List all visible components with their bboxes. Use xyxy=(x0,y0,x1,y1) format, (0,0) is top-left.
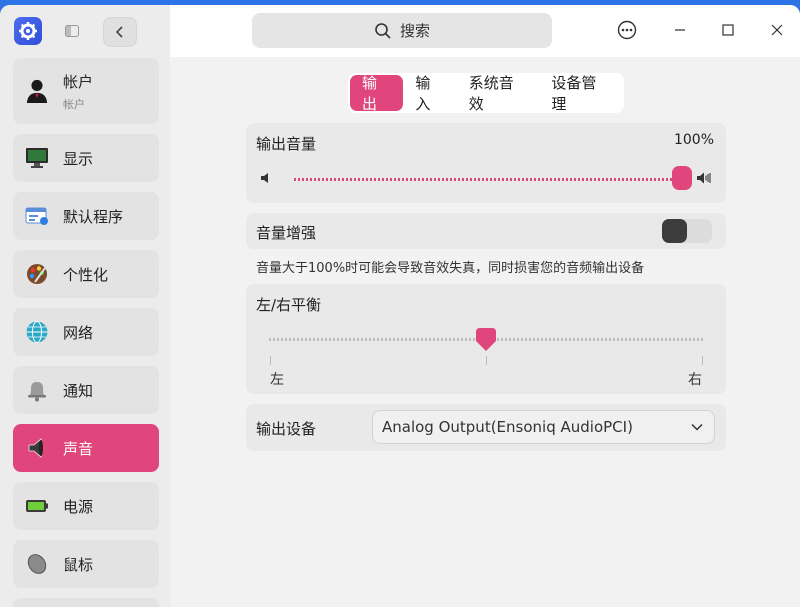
sidebar-item-label: 网络 xyxy=(63,323,94,342)
sidebar-item-label: 电源 xyxy=(63,497,94,516)
more-options-button[interactable] xyxy=(616,19,638,41)
tab-system-sounds[interactable]: 系统音效 xyxy=(457,74,540,113)
balance-left-label: 左 xyxy=(270,372,284,388)
sidebar-item-mouse[interactable]: 鼠标 xyxy=(13,540,159,588)
sidebar-item-partial[interactable] xyxy=(13,598,159,607)
palette-icon xyxy=(25,262,49,286)
maximize-button[interactable] xyxy=(717,19,739,41)
output-volume-label: 输出音量 xyxy=(256,135,317,153)
balance-tick-left xyxy=(270,356,271,365)
output-device-label: 输出设备 xyxy=(256,420,317,438)
sidebar-item-default-apps[interactable]: 默认程序 xyxy=(13,192,159,240)
volume-boost-hint: 音量大于100%时可能会导致音效失真，同时损害您的音频输出设备 xyxy=(256,261,645,276)
tab-input[interactable]: 输入 xyxy=(403,74,456,113)
search-icon xyxy=(375,22,391,39)
volume-low-icon xyxy=(261,173,268,183)
tab-output[interactable]: 输出 xyxy=(350,74,404,113)
chevron-left-icon xyxy=(115,26,123,38)
output-volume-slider[interactable] xyxy=(294,178,680,181)
sidebar-item-network[interactable]: 网络 xyxy=(13,308,159,356)
balance-card: 左/右平衡 左 右 xyxy=(246,284,726,394)
sidebar-item-account[interactable]: 帐户 帐户 xyxy=(13,58,159,124)
default-apps-icon xyxy=(25,204,49,228)
settings-window: 帐户 帐户 显示 默认程序 个性化 网络 通知 声音 电源 鼠标 搜索 输出 输… xyxy=(0,5,800,607)
sidebar-item-power[interactable]: 电源 xyxy=(13,482,159,530)
sidebar-item-label: 默认程序 xyxy=(63,207,124,226)
volume-boost-card: 音量增强 xyxy=(246,213,726,249)
sidebar-item-label: 显示 xyxy=(63,149,94,168)
speaker-icon xyxy=(25,436,49,460)
mouse-icon xyxy=(25,552,49,576)
output-device-value: Analog Output(Ensoniq AudioPCI) xyxy=(382,418,633,436)
sidebar-item-personalization[interactable]: 个性化 xyxy=(13,250,159,298)
maximize-icon xyxy=(722,24,734,36)
balance-tick-right xyxy=(702,356,703,365)
control-center-logo-icon xyxy=(14,17,42,45)
output-volume-value: 100% xyxy=(673,132,714,148)
battery-icon xyxy=(25,494,49,518)
balance-right-label: 右 xyxy=(688,372,702,388)
user-avatar-icon xyxy=(25,79,49,103)
back-button[interactable] xyxy=(103,17,137,47)
output-volume-slider-handle[interactable] xyxy=(672,166,692,190)
output-device-select[interactable]: Analog Output(Ensoniq AudioPCI) xyxy=(372,410,715,444)
toggle-knob xyxy=(662,219,687,243)
volume-high-icon xyxy=(697,172,711,184)
volume-boost-toggle[interactable] xyxy=(662,219,712,243)
account-sublabel: 帐户 xyxy=(63,97,85,111)
sidebar-item-label: 个性化 xyxy=(63,265,109,284)
network-icon xyxy=(25,320,49,344)
sound-settings-panel: 输出 输入 系统音效 设备管理 输出音量 100% 音量增强 音量大于100%时… xyxy=(170,57,800,607)
more-icon xyxy=(617,20,637,40)
sidebar-item-label: 声音 xyxy=(63,439,94,458)
minimize-icon xyxy=(675,29,685,31)
titlebar: 搜索 xyxy=(170,5,800,57)
output-device-card: 输出设备 Analog Output(Ensoniq AudioPCI) xyxy=(246,404,726,451)
close-button[interactable] xyxy=(766,19,788,41)
search-input[interactable]: 搜索 xyxy=(252,13,552,48)
balance-slider-handle[interactable] xyxy=(475,327,497,353)
chevron-down-icon xyxy=(691,423,703,431)
sidebar-toggle-icon[interactable] xyxy=(62,22,82,40)
minimize-button[interactable] xyxy=(669,19,691,41)
close-icon xyxy=(771,24,783,36)
sidebar-item-label: 鼠标 xyxy=(63,555,94,574)
sidebar-item-label: 通知 xyxy=(63,381,94,400)
sidebar-item-notification[interactable]: 通知 xyxy=(13,366,159,414)
sound-tabs: 输出 输入 系统音效 设备管理 xyxy=(348,73,624,113)
volume-boost-label: 音量增强 xyxy=(256,224,317,242)
bell-icon xyxy=(25,378,49,402)
account-label: 帐户 xyxy=(63,72,94,91)
output-volume-card: 输出音量 100% xyxy=(246,123,726,203)
search-placeholder: 搜索 xyxy=(399,22,430,40)
tab-device-management[interactable]: 设备管理 xyxy=(539,74,622,113)
sidebar-item-display[interactable]: 显示 xyxy=(13,134,159,182)
sidebar-item-sound[interactable]: 声音 xyxy=(13,424,159,472)
sidebar: 帐户 帐户 显示 默认程序 个性化 网络 通知 声音 电源 鼠标 xyxy=(0,5,170,607)
balance-label: 左/右平衡 xyxy=(256,296,322,314)
balance-tick-center xyxy=(486,356,487,365)
monitor-icon xyxy=(25,146,49,170)
